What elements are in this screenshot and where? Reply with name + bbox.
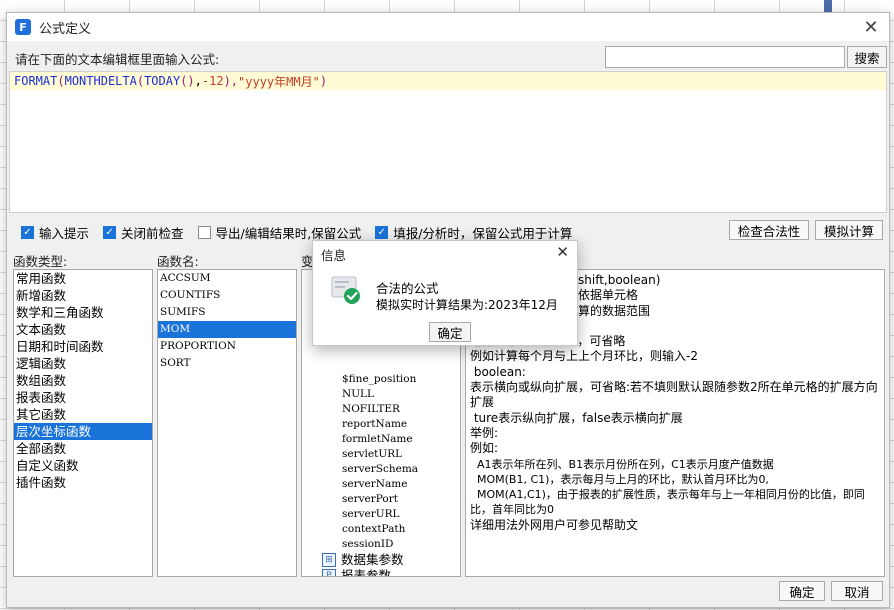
variable-item[interactable]: sessionID [302, 537, 460, 552]
check-validity-button[interactable]: 检查合法性 [729, 220, 809, 240]
function-type-item[interactable]: 全部函数 [14, 440, 152, 457]
function-type-item[interactable]: 逻辑函数 [14, 355, 152, 372]
variable-item[interactable]: formletName [302, 432, 460, 447]
fill-keep-formula-label: 填报/分析时，保留公式用于计算 [393, 225, 573, 241]
function-type-item[interactable]: 文本函数 [14, 321, 152, 338]
variable-item[interactable]: $fine_position [302, 372, 460, 387]
function-type-item[interactable]: 常用函数 [14, 270, 152, 287]
background-bar [824, 0, 832, 12]
check-before-close-label: 关闭前检查 [121, 225, 184, 241]
app-logo-icon: F [15, 19, 31, 35]
function-type-item[interactable]: 数组函数 [14, 372, 152, 389]
fill-keep-formula-checkbox[interactable]: ✓ 填报/分析时，保留公式用于计算 [375, 223, 572, 242]
formula-token: MONTHDELTA [64, 74, 137, 88]
ok-button[interactable]: 确定 [779, 581, 825, 601]
title-bar: F 公式定义 [7, 13, 889, 41]
dialog-result: 模拟实时计算结果为:2023年12月 [376, 298, 558, 312]
formula-line[interactable]: FORMAT(MONTHDELTA(TODAY(), -12), "yyyy年MM月… [10, 72, 886, 90]
dialog-close-icon[interactable]: ✕ [556, 243, 569, 261]
function-type-item[interactable]: 自定义函数 [14, 457, 152, 474]
function-name-item[interactable]: SUMIFS [158, 304, 296, 321]
formula-token: ( [136, 74, 145, 88]
function-type-item[interactable]: 其它函数 [14, 406, 152, 423]
help-line: 例如: [470, 441, 499, 456]
help-line: MOM(B1, C1)，表示每月与上月的环比，默认首月环比为0, [470, 472, 769, 486]
function-type-item[interactable]: 数学和三角函数 [14, 304, 152, 321]
editor-prompt: 请在下面的文本编辑框里面输入公式: [15, 52, 220, 67]
formula-token: "yyyy年MM月" [238, 74, 320, 89]
search-input[interactable] [605, 46, 845, 68]
report-params-node[interactable]: P 报表参数 [302, 568, 460, 577]
dialog-ok-button[interactable]: 确定 [429, 322, 471, 342]
function-type-item[interactable]: 日期和时间函数 [14, 338, 152, 355]
variable-item[interactable]: serverURL [302, 507, 460, 522]
help-line: MOM(A1,C1)，由于报表的扩展性质，表示每年与上一年相同月份的比值，即同比… [470, 488, 865, 517]
check-icon: ✓ [21, 225, 34, 239]
variable-item[interactable]: NOFILTER [302, 402, 460, 417]
export-keep-formula-checkbox[interactable]: 导出/编辑结果时,保留公式 [197, 223, 362, 242]
dataset-params-label: 数据集参数 [341, 552, 404, 567]
function-type-item-selected[interactable]: 层次坐标函数 [14, 423, 152, 440]
cancel-button[interactable]: 取消 [831, 581, 883, 601]
help-line: 举例: [470, 425, 499, 440]
formula-token: FORMAT [14, 74, 58, 88]
check-icon: ✓ [375, 225, 389, 239]
dataset-params-node[interactable]: ⊞ 数据集参数 [302, 552, 460, 568]
function-type-item[interactable]: 报表函数 [14, 389, 152, 406]
function-types-label: 函数类型: [13, 254, 68, 269]
formula-token: ( [57, 74, 65, 88]
variable-item[interactable]: serverPort [302, 492, 460, 507]
close-icon[interactable]: ✕ [861, 17, 881, 38]
success-check-icon [331, 276, 360, 304]
function-types-list[interactable]: 常用函数 新增函数 数学和三角函数 文本函数 日期和时间函数 逻辑函数 数组函数… [13, 269, 153, 577]
search-button[interactable]: 搜索 [847, 46, 887, 68]
variable-item[interactable]: reportName [302, 417, 460, 432]
formula-editor[interactable]: FORMAT(MONTHDELTA(TODAY(), -12), "yyyy年MM月… [9, 71, 887, 213]
check-icon: ✓ [103, 225, 117, 239]
formula-token: () [180, 74, 195, 88]
help-line: 表示横向或纵向扩展，可省略:若不填则默认跟随参数2所在单元格的扩展方向扩展 [470, 380, 878, 410]
variable-item[interactable]: contextPath [302, 522, 460, 537]
formula-token: -12 [201, 74, 224, 88]
input-hint-checkbox[interactable]: ✓ 输入提示 [21, 223, 89, 242]
function-type-item[interactable]: 插件函数 [14, 474, 152, 491]
variable-item[interactable]: servletURL [302, 447, 460, 462]
input-hint-label: 输入提示 [39, 225, 90, 241]
variable-item[interactable]: serverSchema [302, 462, 460, 477]
function-name-item[interactable]: PROPORTION [158, 338, 296, 355]
help-line: ture表示纵向扩展，false表示横向扩展 [470, 410, 683, 425]
function-name-item[interactable]: COUNTIFS [158, 287, 296, 304]
formula-token: ), [223, 74, 239, 88]
export-keep-formula-label: 导出/编辑结果时,保留公式 [215, 225, 362, 241]
formula-token: , [194, 74, 202, 88]
dialog-message: 合法的公式 [376, 281, 439, 296]
info-dialog: 信息 ✕ 合法的公式 模拟实时计算结果为:2023年12月 确定 [312, 240, 578, 346]
options-row: ✓ 输入提示 ✓ 关闭前检查 导出/编辑结果时,保留公式 ✓ 填报/分析时，保留公式用… [21, 223, 586, 241]
formula-token: ) [319, 74, 328, 88]
unchecked-box-icon [197, 225, 211, 239]
help-line: boolean: [470, 364, 526, 379]
help-line: 详细用法外网用户可参见帮助文 [470, 517, 639, 532]
dialog-title: 信息 [321, 248, 347, 263]
function-type-item[interactable]: 新增函数 [14, 287, 152, 304]
variable-item[interactable]: serverName [302, 477, 460, 492]
formula-token: TODAY [144, 74, 181, 88]
help-line: A1表示年所在列、B1表示月份所在列，C1表示月度产值数据 [470, 457, 774, 471]
window-title: 公式定义 [39, 21, 92, 37]
simulate-button[interactable]: 模拟计算 [815, 220, 883, 240]
variable-item[interactable]: NULL [302, 387, 460, 402]
dataset-icon: ⊞ [322, 553, 336, 567]
help-line: 例如计算每个月与上上个月环比，则输入-2 [470, 349, 698, 364]
function-names-list[interactable]: ACCSUM COUNTIFS SUMIFS MOM PROPORTION SO… [157, 269, 297, 577]
check-before-close-checkbox[interactable]: ✓ 关闭前检查 [103, 223, 184, 242]
function-name-item-selected[interactable]: MOM [158, 321, 296, 338]
parameter-icon: P [322, 569, 336, 576]
function-name-item[interactable]: SORT [158, 355, 296, 372]
function-name-item[interactable]: ACCSUM [158, 270, 296, 287]
report-params-label: 报表参数 [341, 568, 392, 577]
function-names-label: 函数名: [157, 254, 199, 269]
